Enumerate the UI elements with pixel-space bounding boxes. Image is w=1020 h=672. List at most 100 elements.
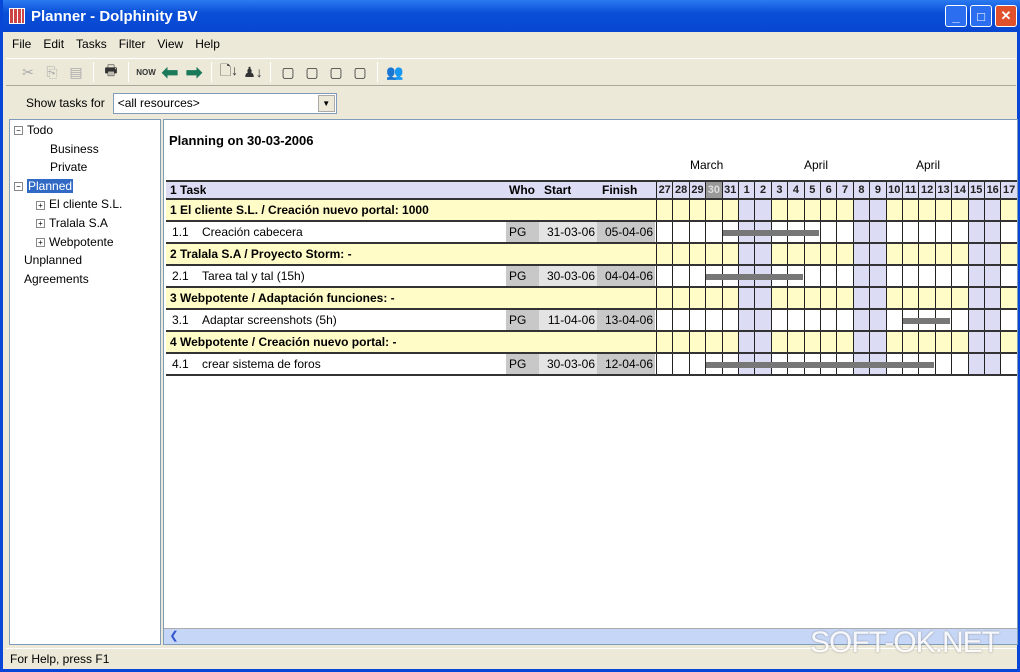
menu-help[interactable]: Help (189, 35, 226, 55)
day-cell (672, 288, 689, 308)
people-icon[interactable]: 👥 (385, 62, 405, 82)
day-cell (984, 354, 1001, 374)
day-header: 11 (902, 182, 919, 198)
day-cell (902, 244, 919, 264)
day-cell (836, 266, 853, 286)
day-cell (967, 332, 984, 352)
task-row[interactable]: 4.1 crear sistema de foros PG 30-03-06 12-04… (166, 354, 1017, 376)
group-row[interactable]: 3 Webpotente / Adaptación funciones: - (166, 288, 1017, 310)
collapse-icon[interactable]: − (14, 126, 23, 136)
doc-a-icon[interactable]: ▢ (350, 62, 370, 82)
day-header: 10 (885, 182, 902, 198)
sort-document-icon[interactable]: 🗋↓ (219, 62, 239, 82)
close-button[interactable]: ✕ (995, 5, 1017, 27)
tree-item[interactable]: Agreements (24, 272, 89, 286)
expand-icon[interactable]: + (36, 237, 45, 247)
tree-item[interactable]: + Tralala S.A (36, 216, 108, 230)
day-cell (820, 244, 837, 264)
day-cell (902, 332, 919, 352)
day-cell (836, 200, 853, 220)
menu-filter[interactable]: Filter (113, 35, 152, 55)
collapse-icon[interactable]: − (14, 182, 23, 192)
minimize-button[interactable]: _ (945, 5, 967, 27)
group-row[interactable]: 1 El cliente S.L. / Creación nuevo porta… (166, 200, 1017, 222)
cut-icon[interactable]: ✂ (18, 62, 38, 82)
menu-file[interactable]: File (6, 35, 37, 55)
day-cell (738, 244, 755, 264)
resource-select[interactable]: <all resources> ▼ (112, 92, 337, 114)
tree-item[interactable]: − Todo (14, 123, 53, 137)
task-finish: 05-04-06 (597, 222, 655, 242)
day-header: 8 (852, 182, 870, 198)
tree-item[interactable]: Unplanned (24, 253, 82, 267)
window-title: Planner - Dolphinity BV (31, 7, 198, 25)
day-cell (852, 266, 870, 286)
task-row[interactable]: 3.1 Adaptar screenshots (5h) PG 11-04-06 13-… (166, 310, 1017, 332)
day-cell (754, 288, 771, 308)
day-cell (656, 310, 673, 330)
task-number: 3.1 (172, 313, 189, 327)
doc-t-icon[interactable]: ▢ (278, 62, 298, 82)
day-cell (934, 244, 952, 264)
resource-select-value: <all resources> (117, 95, 200, 110)
day-cell (951, 200, 968, 220)
tree-item[interactable]: − Planned (14, 178, 74, 193)
month-label: April (804, 158, 829, 172)
task-row[interactable]: 1.1 Creación cabecera PG 31-03-06 05-04-06 (166, 222, 1017, 244)
paste-icon[interactable]: ▤ (66, 62, 86, 82)
now-button[interactable]: NOW (136, 62, 156, 82)
day-cell (1000, 354, 1017, 374)
tree-item[interactable]: Business (50, 142, 99, 156)
day-header: 13 (934, 182, 952, 198)
day-cell (967, 354, 984, 374)
day-cell (787, 332, 804, 352)
copy-icon[interactable]: ⎘ (42, 62, 62, 82)
task-name: Tarea tal y tal (15h) (202, 269, 305, 283)
task-row[interactable]: 2.1 Tarea tal y tal (15h) PG 30-03-06 04-04-… (166, 266, 1017, 288)
day-cell (869, 222, 886, 242)
planning-view: Planning on 30-03-2006 March April April… (163, 119, 1018, 645)
maximize-button[interactable]: □ (970, 5, 992, 27)
tree-item[interactable]: + El cliente S.L. (36, 197, 122, 211)
menu-tasks[interactable]: Tasks (70, 35, 113, 55)
day-cell (984, 222, 1001, 242)
day-cell (951, 332, 968, 352)
day-cell (672, 310, 689, 330)
arrow-right-icon[interactable]: ➡ (184, 62, 204, 84)
task-start: 30-03-06 (539, 354, 597, 374)
print-icon[interactable]: 🖶 (101, 62, 121, 82)
arrow-left-icon[interactable]: ⬅ (160, 62, 180, 84)
task-bar (706, 362, 934, 368)
day-cell (705, 222, 722, 242)
scroll-left-icon[interactable]: ❮ (166, 629, 182, 644)
menu-edit[interactable]: Edit (37, 35, 70, 55)
menu-view[interactable]: View (151, 35, 189, 55)
day-header: 29 (688, 182, 706, 198)
group-row[interactable]: 4 Webpotente / Creación nuevo portal: - (166, 332, 1017, 354)
expand-icon[interactable]: + (36, 219, 45, 229)
group-row[interactable]: 2 Tralala S.A / Proyecto Storm: - (166, 244, 1017, 266)
filter-bar: Show tasks for <all resources> ▼ (6, 90, 1016, 116)
doc-p-icon[interactable]: ▢ (302, 62, 322, 82)
day-header: 5 (803, 182, 820, 198)
day-header: 7 (836, 182, 853, 198)
tree-item[interactable]: Private (50, 160, 87, 174)
doc-u-icon[interactable]: ▢ (326, 62, 346, 82)
day-cell (754, 332, 771, 352)
day-cell (918, 222, 935, 242)
group-label: 1 El cliente S.L. / Creación nuevo porta… (170, 200, 660, 220)
day-cell (951, 222, 968, 242)
day-cell (1000, 222, 1017, 242)
sort-person-icon[interactable]: ♟↓ (243, 62, 263, 82)
day-cell (770, 244, 788, 264)
tree-item[interactable]: + Webpotente (36, 235, 114, 249)
watermark: SOFT-OK.NET (809, 626, 1000, 659)
day-cell (820, 266, 837, 286)
month-label: March (690, 158, 724, 172)
chevron-down-icon[interactable]: ▼ (317, 94, 335, 112)
status-help-text: For Help, press F1 (10, 652, 110, 666)
day-cell (820, 332, 837, 352)
day-cell (967, 266, 984, 286)
day-cell (688, 244, 706, 264)
expand-icon[interactable]: + (36, 200, 45, 210)
